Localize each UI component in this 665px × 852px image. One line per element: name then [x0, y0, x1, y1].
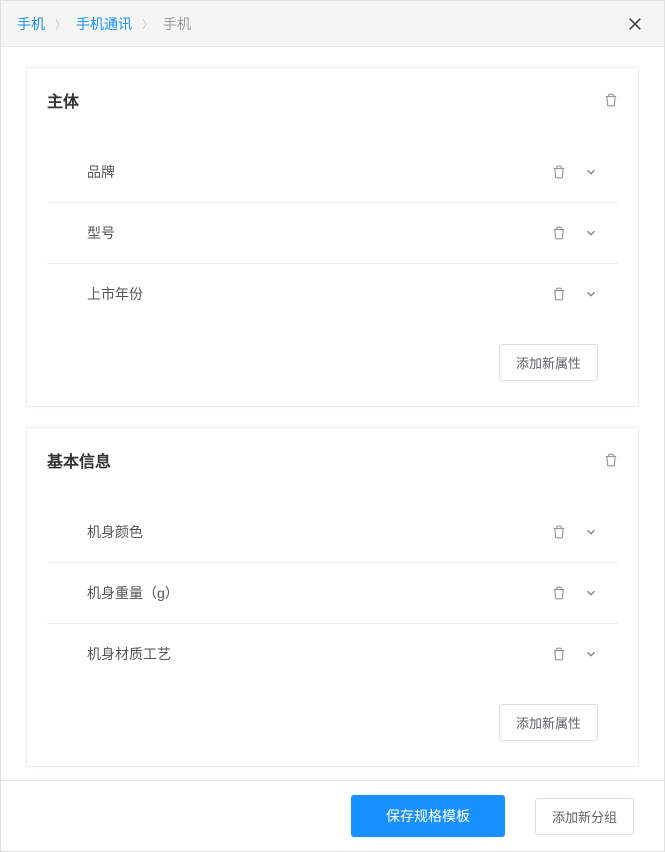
- attribute-row: 机身颜色: [47, 502, 618, 563]
- group-header: 基本信息: [27, 428, 638, 502]
- modal-footer: 保存规格模板 添加新分组: [1, 780, 664, 851]
- save-template-button[interactable]: 保存规格模板: [351, 795, 505, 837]
- group-card: 基本信息 机身颜色 机身重量（g）: [26, 427, 639, 767]
- breadcrumb-current: 手机: [163, 14, 191, 34]
- spec-template-modal: 手机 〉 手机通讯 〉 手机 主体 品牌: [0, 0, 665, 852]
- attribute-actions: [552, 586, 598, 600]
- breadcrumb-link-2[interactable]: 手机通讯: [76, 14, 132, 34]
- chevron-right-icon: 〉: [55, 16, 66, 32]
- group-header: 主体: [27, 68, 638, 142]
- attribute-name: 机身重量（g）: [87, 583, 179, 603]
- modal-header: 手机 〉 手机通讯 〉 手机: [1, 1, 664, 47]
- attribute-row: 上市年份: [47, 264, 618, 324]
- attribute-row: 型号: [47, 203, 618, 264]
- trash-icon[interactable]: [604, 93, 618, 107]
- attribute-list: 品牌 型号 上市年份: [27, 142, 638, 324]
- group-title: 主体: [47, 88, 79, 112]
- trash-icon[interactable]: [552, 647, 566, 661]
- chevron-down-icon[interactable]: [584, 287, 598, 301]
- attribute-list: 机身颜色 机身重量（g） 机身材质工艺: [27, 502, 638, 684]
- attribute-name: 型号: [87, 223, 115, 243]
- add-group-button[interactable]: 添加新分组: [535, 798, 634, 835]
- trash-icon[interactable]: [552, 586, 566, 600]
- close-icon[interactable]: [622, 11, 648, 37]
- attribute-name: 机身材质工艺: [87, 644, 171, 664]
- attribute-actions: [552, 647, 598, 661]
- group-footer: 添加新属性: [27, 684, 638, 766]
- attribute-name: 机身颜色: [87, 522, 143, 542]
- group-title: 基本信息: [47, 448, 111, 472]
- chevron-down-icon[interactable]: [584, 226, 598, 240]
- modal-content: 主体 品牌 型号: [1, 47, 664, 780]
- breadcrumb: 手机 〉 手机通讯 〉 手机: [17, 14, 191, 34]
- attribute-actions: [552, 287, 598, 301]
- trash-icon[interactable]: [552, 287, 566, 301]
- trash-icon[interactable]: [552, 226, 566, 240]
- chevron-down-icon[interactable]: [584, 525, 598, 539]
- group-card: 主体 品牌 型号: [26, 67, 639, 407]
- trash-icon[interactable]: [552, 165, 566, 179]
- attribute-row: 机身材质工艺: [47, 624, 618, 684]
- group-footer: 添加新属性: [27, 324, 638, 406]
- add-attribute-button[interactable]: 添加新属性: [499, 704, 598, 741]
- trash-icon[interactable]: [604, 453, 618, 467]
- trash-icon[interactable]: [552, 525, 566, 539]
- chevron-down-icon[interactable]: [584, 165, 598, 179]
- chevron-right-icon: 〉: [142, 16, 153, 32]
- attribute-actions: [552, 525, 598, 539]
- add-attribute-button[interactable]: 添加新属性: [499, 344, 598, 381]
- attribute-row: 机身重量（g）: [47, 563, 618, 624]
- attribute-name: 品牌: [87, 162, 115, 182]
- attribute-row: 品牌: [47, 142, 618, 203]
- attribute-actions: [552, 165, 598, 179]
- attribute-actions: [552, 226, 598, 240]
- chevron-down-icon[interactable]: [584, 647, 598, 661]
- chevron-down-icon[interactable]: [584, 586, 598, 600]
- attribute-name: 上市年份: [87, 284, 143, 304]
- breadcrumb-link-1[interactable]: 手机: [17, 14, 45, 34]
